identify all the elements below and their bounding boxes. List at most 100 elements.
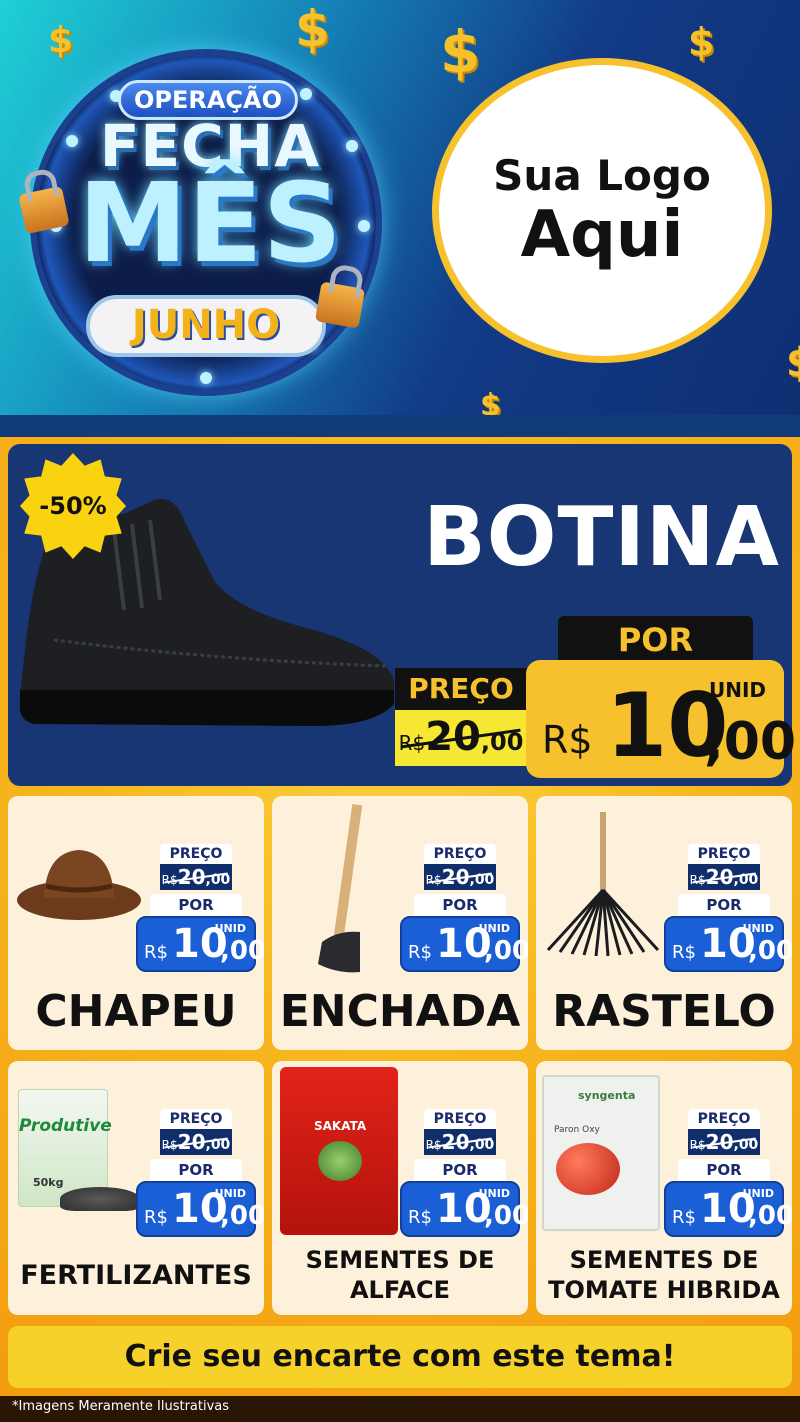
old-price-tag: PREÇO R$20,00 [160,1109,232,1155]
seed-packet-image: syngenta Paron Oxy [542,1075,660,1231]
product-name: CHAPEU [35,986,237,1037]
fertilizer-pile [60,1187,140,1211]
old-price-tag: PREÇO R$20,00 [688,1109,760,1155]
product-name-line2: TOMATE HIBRIDA [548,1276,780,1304]
hero-preco-label: PREÇO [408,672,514,705]
old-currency: R$ [425,1138,442,1152]
old-cents: ,00 [205,1137,231,1153]
hero-old-price-tag: PREÇO R$20,00 [395,668,527,766]
preco-label: PREÇO [688,844,760,864]
product-card-fertilizantes[interactable]: Produtive 50kg PREÇO R$20,00 POR UNID R$… [8,1061,264,1315]
old-cents: ,00 [733,872,759,888]
product-card-sementes-alface[interactable]: SAKATA PREÇO R$20,00 POR UNID R$ 10 ,00 … [272,1061,528,1315]
old-int: 20 [705,1130,734,1154]
new-cents: ,00 [748,1201,792,1231]
product-card-chapeu[interactable]: PREÇO R$20,00 POR UNID R$ 10 ,00 CHAPEU [8,796,264,1050]
old-int: 20 [177,1130,206,1154]
old-price-tag: PREÇO R$20,00 [424,1109,496,1155]
currency: R$ [144,1207,168,1228]
dollar-icon: $ [440,18,481,86]
logo-text-line1: Sua Logo [493,150,711,200]
old-cents: ,00 [469,1137,495,1153]
product-name-line2: ALFACE [349,1276,451,1304]
new-cents: ,00 [484,1201,528,1231]
package-weight: 50kg [33,1176,64,1189]
cta-banner[interactable]: Crie seu encarte com este tema! [8,1326,792,1388]
currency: R$ [144,942,168,963]
old-currency: R$ [689,1138,706,1152]
old-price: R$20,00 [160,864,232,890]
new-price: UNID R$ 10 ,00 [400,1181,528,1237]
hero-currency: R$ [542,718,593,762]
old-price: R$20,00 [424,864,496,890]
new-price: UNID R$ 10 ,00 [136,1181,264,1237]
hero-old-cents: ,00 [480,728,524,756]
new-cents: ,00 [220,936,264,966]
old-price: R$20,00 [160,1129,232,1155]
product-name: FERTILIZANTES [20,1260,252,1291]
new-price: UNID R$ 10 ,00 [664,916,792,972]
currency: R$ [408,1207,432,1228]
package-brand: Produtive [19,1116,112,1136]
dollar-icon: $ [295,0,330,58]
product-card-rastelo[interactable]: PREÇO R$20,00 POR UNID R$ 10 ,00 RASTELO [536,796,792,1050]
old-price-tag: PREÇO R$20,00 [160,844,232,890]
logo-text-line2: Aqui [520,197,684,272]
seed-packet-image: SAKATA [280,1067,398,1235]
logo-placeholder[interactable]: Sua Logo Aqui [432,58,772,363]
padlock-icon [314,281,366,329]
hero-por-label: POR [558,616,753,664]
rake-image [546,812,660,957]
old-price: R$20,00 [688,1129,760,1155]
new-cents: ,00 [748,936,792,966]
disclaimer-footer: *Imagens Meramente Ilustrativas [0,1396,800,1422]
old-int: 20 [177,865,206,889]
por-label: POR [150,894,242,916]
product-card-enchada[interactable]: PREÇO R$20,00 POR UNID R$ 10 ,00 ENCHADA [272,796,528,1050]
hero-old-int: 20 [425,714,481,760]
product-card-sementes-tomate[interactable]: syngenta Paron Oxy PREÇO R$20,00 POR UNI… [536,1061,792,1315]
por-label: POR [414,1159,506,1181]
preco-label: PREÇO [160,1109,232,1129]
new-cents: ,00 [220,1201,264,1231]
dollar-icon: $ [48,20,74,61]
currency: R$ [672,942,696,963]
old-price: R$20,00 [424,1129,496,1155]
por-label: POR [414,894,506,916]
hat-image [17,850,141,920]
por-label: POR [678,894,770,916]
package-brand: syngenta [578,1089,636,1102]
por-label: POR [150,1159,242,1181]
old-price: R$20,00 [688,864,760,890]
dollar-icon: $ [688,20,715,64]
product-name: RASTELO [552,986,776,1037]
old-currency: R$ [425,873,442,887]
new-price: UNID R$ 10 ,00 [136,916,264,972]
package-product: Paron Oxy [554,1125,600,1135]
hero-new-cents: ,00 [704,712,797,772]
hero-product-title: BOTINA [423,490,780,585]
currency: R$ [672,1207,696,1228]
light-bulb [200,372,212,384]
currency: R$ [408,942,432,963]
old-currency: R$ [689,873,706,887]
old-cents: ,00 [469,872,495,888]
old-int: 20 [705,865,734,889]
new-price: UNID R$ 10 ,00 [400,916,528,972]
dollar-icon: $ [480,388,501,415]
hero-old-currency: R$ [398,731,426,755]
tomato-icon [556,1143,620,1195]
light-bulb [300,88,312,100]
old-currency: R$ [161,1138,178,1152]
old-price-tag: PREÇO R$20,00 [688,844,760,890]
product-name: ENCHADA [279,986,521,1037]
product-name-line1: SEMENTES DE [569,1246,759,1274]
preco-label: PREÇO [424,1109,496,1129]
preco-label: PREÇO [424,844,496,864]
badge-mes-label: MÊS [78,159,342,287]
preco-label: PREÇO [160,844,232,864]
badge-junho-label: JUNHO [86,295,326,357]
preco-label: PREÇO [688,1109,760,1129]
hero-old-price: R$20,00 [395,710,527,766]
new-price: UNID R$ 10 ,00 [664,1181,792,1237]
